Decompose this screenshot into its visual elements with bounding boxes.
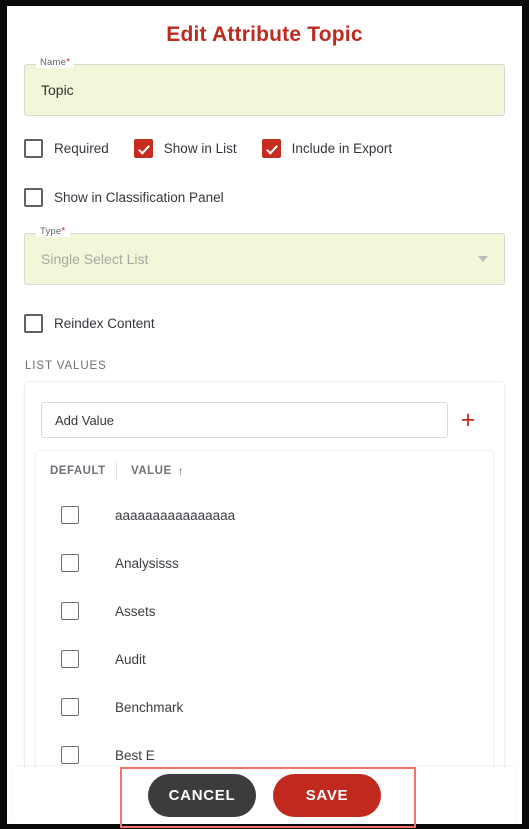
list-values-card: Add Value + DEFAULT VALUE ↑ aaaaaaaaaaaa… <box>24 381 505 780</box>
column-header-value[interactable]: VALUE ↑ <box>131 464 184 478</box>
reindex-content-checkbox-box[interactable] <box>24 314 43 333</box>
name-field-wrapper: Name* Topic <box>24 57 505 116</box>
list-values-section-label: LIST VALUES <box>25 360 107 372</box>
row-default-checkbox[interactable] <box>61 506 79 524</box>
plus-icon[interactable]: + <box>448 407 488 433</box>
type-field[interactable]: Type* Single Select List <box>24 226 505 285</box>
row-default-checkbox[interactable] <box>61 602 79 620</box>
name-input[interactable]: Topic <box>41 82 74 98</box>
table-row[interactable]: aaaaaaaaaaaaaaaa <box>36 491 493 539</box>
type-label-text: Type <box>40 226 62 237</box>
row-default-checkbox[interactable] <box>61 554 79 572</box>
chevron-down-icon[interactable] <box>478 256 488 262</box>
show-in-classification-panel-checkbox-label: Show in Classification Panel <box>54 190 224 205</box>
options-row-primary: Required Show in List Include in Export <box>24 139 505 158</box>
row-value-label: Analysisss <box>115 555 179 571</box>
sort-ascending-icon: ↑ <box>177 464 185 478</box>
required-checkbox-label: Required <box>54 141 109 156</box>
include-in-export-checkbox-label: Include in Export <box>291 141 393 156</box>
type-select-value[interactable]: Single Select List <box>41 251 148 267</box>
row-value-label: Benchmark <box>115 699 184 715</box>
edit-attribute-dialog: Edit Attribute Topic Name* Topic Require… <box>7 6 522 824</box>
dialog-action-bar: CANCEL SAVE <box>14 767 515 824</box>
checkbox-include-in-export[interactable]: Include in Export <box>261 139 393 158</box>
type-field-label: Type* <box>36 226 70 237</box>
name-label-text: Name <box>40 57 67 68</box>
row-value-label: Best E <box>115 747 155 763</box>
type-field-wrapper: Type* Single Select List <box>24 226 505 285</box>
row-default-checkbox[interactable] <box>61 698 79 716</box>
table-row[interactable]: Audit <box>36 635 493 683</box>
row-default-checkbox[interactable] <box>61 746 79 764</box>
name-field-label: Name* <box>36 57 75 68</box>
reindex-content-checkbox-label: Reindex Content <box>54 316 155 331</box>
table-row[interactable]: Analysisss <box>36 539 493 587</box>
type-required-marker: * <box>61 226 66 237</box>
table-row[interactable]: Benchmark <box>36 683 493 731</box>
options-row-classification: Show in Classification Panel <box>24 188 505 207</box>
column-header-value-text: VALUE <box>131 465 172 477</box>
save-button[interactable]: SAVE <box>273 774 381 817</box>
table-header-row: DEFAULT VALUE ↑ <box>36 451 493 491</box>
cancel-button[interactable]: CANCEL <box>148 774 256 817</box>
table-row[interactable]: Assets <box>36 587 493 635</box>
checkbox-show-in-classification-panel[interactable]: Show in Classification Panel <box>24 188 224 207</box>
row-default-checkbox[interactable] <box>61 650 79 668</box>
screenshot-frame: Edit Attribute Topic Name* Topic Require… <box>0 0 529 829</box>
row-value-label: Audit <box>115 651 146 667</box>
add-value-row: Add Value + <box>41 402 488 438</box>
name-required-marker: * <box>66 57 71 68</box>
checkbox-required[interactable]: Required <box>24 139 109 158</box>
show-in-list-checkbox-box[interactable] <box>133 139 153 158</box>
row-value-label: aaaaaaaaaaaaaaaa <box>115 507 236 523</box>
show-in-list-checkbox-label: Show in List <box>163 141 237 156</box>
required-checkbox-box[interactable] <box>24 139 43 158</box>
list-values-table: DEFAULT VALUE ↑ aaaaaaaaaaaaaaaa Analysi… <box>35 450 494 779</box>
name-field[interactable]: Name* Topic <box>24 57 505 116</box>
checkbox-show-in-list[interactable]: Show in List <box>133 139 237 158</box>
options-row-reindex: Reindex Content <box>24 314 505 333</box>
add-value-input[interactable]: Add Value <box>41 402 448 438</box>
column-header-default[interactable]: DEFAULT <box>50 465 116 477</box>
include-in-export-checkbox-box[interactable] <box>261 139 281 158</box>
header-divider <box>116 461 117 481</box>
row-value-label: Assets <box>115 603 156 619</box>
checkbox-reindex-content[interactable]: Reindex Content <box>24 314 155 333</box>
page-title: Edit Attribute Topic <box>166 23 363 46</box>
show-in-classification-panel-checkbox-box[interactable] <box>24 188 43 207</box>
